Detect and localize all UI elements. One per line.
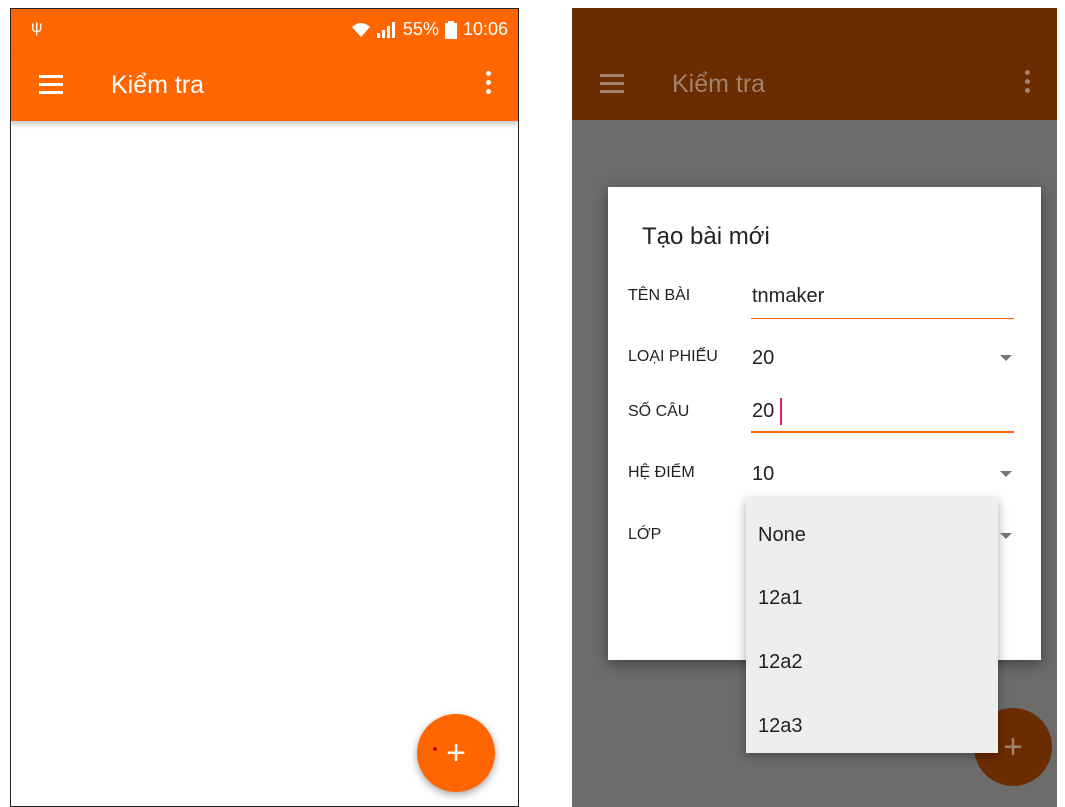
- question-count-input[interactable]: 20: [752, 400, 774, 423]
- add-button[interactable]: +: [417, 714, 495, 792]
- app-title: Kiểm tra: [672, 70, 766, 98]
- clock: 10:06: [462, 19, 508, 39]
- question-count-underline: [751, 431, 1014, 433]
- dialog-title: Tạo bài mới: [642, 223, 770, 250]
- more-options-icon: [1025, 70, 1031, 97]
- dropdown-option-12a3[interactable]: 12a3: [758, 715, 803, 738]
- menu-icon: [600, 74, 624, 94]
- battery-icon: [444, 20, 457, 39]
- plus-icon: +: [1003, 727, 1023, 766]
- app-bar: Kiểm tra: [11, 51, 518, 121]
- score-system-dropdown-icon[interactable]: [1000, 471, 1012, 477]
- class-dropdown-menu: None 12a1 12a2 12a3: [746, 498, 998, 753]
- wifi-icon: [351, 22, 370, 37]
- question-count-label: SỐ CÂU: [628, 403, 690, 420]
- screen-dialog: Kiểm tra + Tạo bài mới TÊN BÀI tnmaker L…: [572, 8, 1057, 807]
- name-label: TÊN BÀI: [628, 287, 691, 304]
- plus-icon: +: [446, 733, 466, 772]
- sheet-type-dropdown-icon[interactable]: [1000, 355, 1012, 361]
- name-underline: [751, 318, 1014, 319]
- dropdown-option-12a2[interactable]: 12a2: [758, 651, 803, 674]
- name-input[interactable]: tnmaker: [752, 285, 824, 308]
- text-cursor: [780, 398, 782, 425]
- app-bar: Kiểm tra: [572, 50, 1057, 120]
- app-title: Kiểm tra: [111, 71, 205, 99]
- battery-percent: 55%: [402, 19, 439, 39]
- menu-icon[interactable]: [39, 75, 63, 95]
- status-bar: [572, 8, 1057, 50]
- dropdown-option-none[interactable]: None: [758, 524, 806, 547]
- class-label: LỚP: [628, 526, 662, 543]
- class-dropdown-icon[interactable]: [1000, 533, 1012, 539]
- sheet-type-label: LOẠI PHIẾU: [628, 348, 718, 365]
- screen-main: ψ 55% 10:06 Kiểm tra +: [10, 8, 519, 807]
- dropdown-option-12a1[interactable]: 12a1: [758, 587, 803, 610]
- score-system-select[interactable]: 10: [752, 463, 774, 486]
- sheet-type-select[interactable]: 20: [752, 347, 774, 370]
- signal-icon: [376, 21, 395, 38]
- usb-icon: ψ: [31, 19, 43, 36]
- status-bar: ψ 55% 10:06: [11, 9, 518, 51]
- more-options-icon[interactable]: [486, 71, 492, 98]
- score-system-label: HỆ ĐIỂM: [628, 464, 695, 481]
- touch-indicator: [433, 747, 437, 751]
